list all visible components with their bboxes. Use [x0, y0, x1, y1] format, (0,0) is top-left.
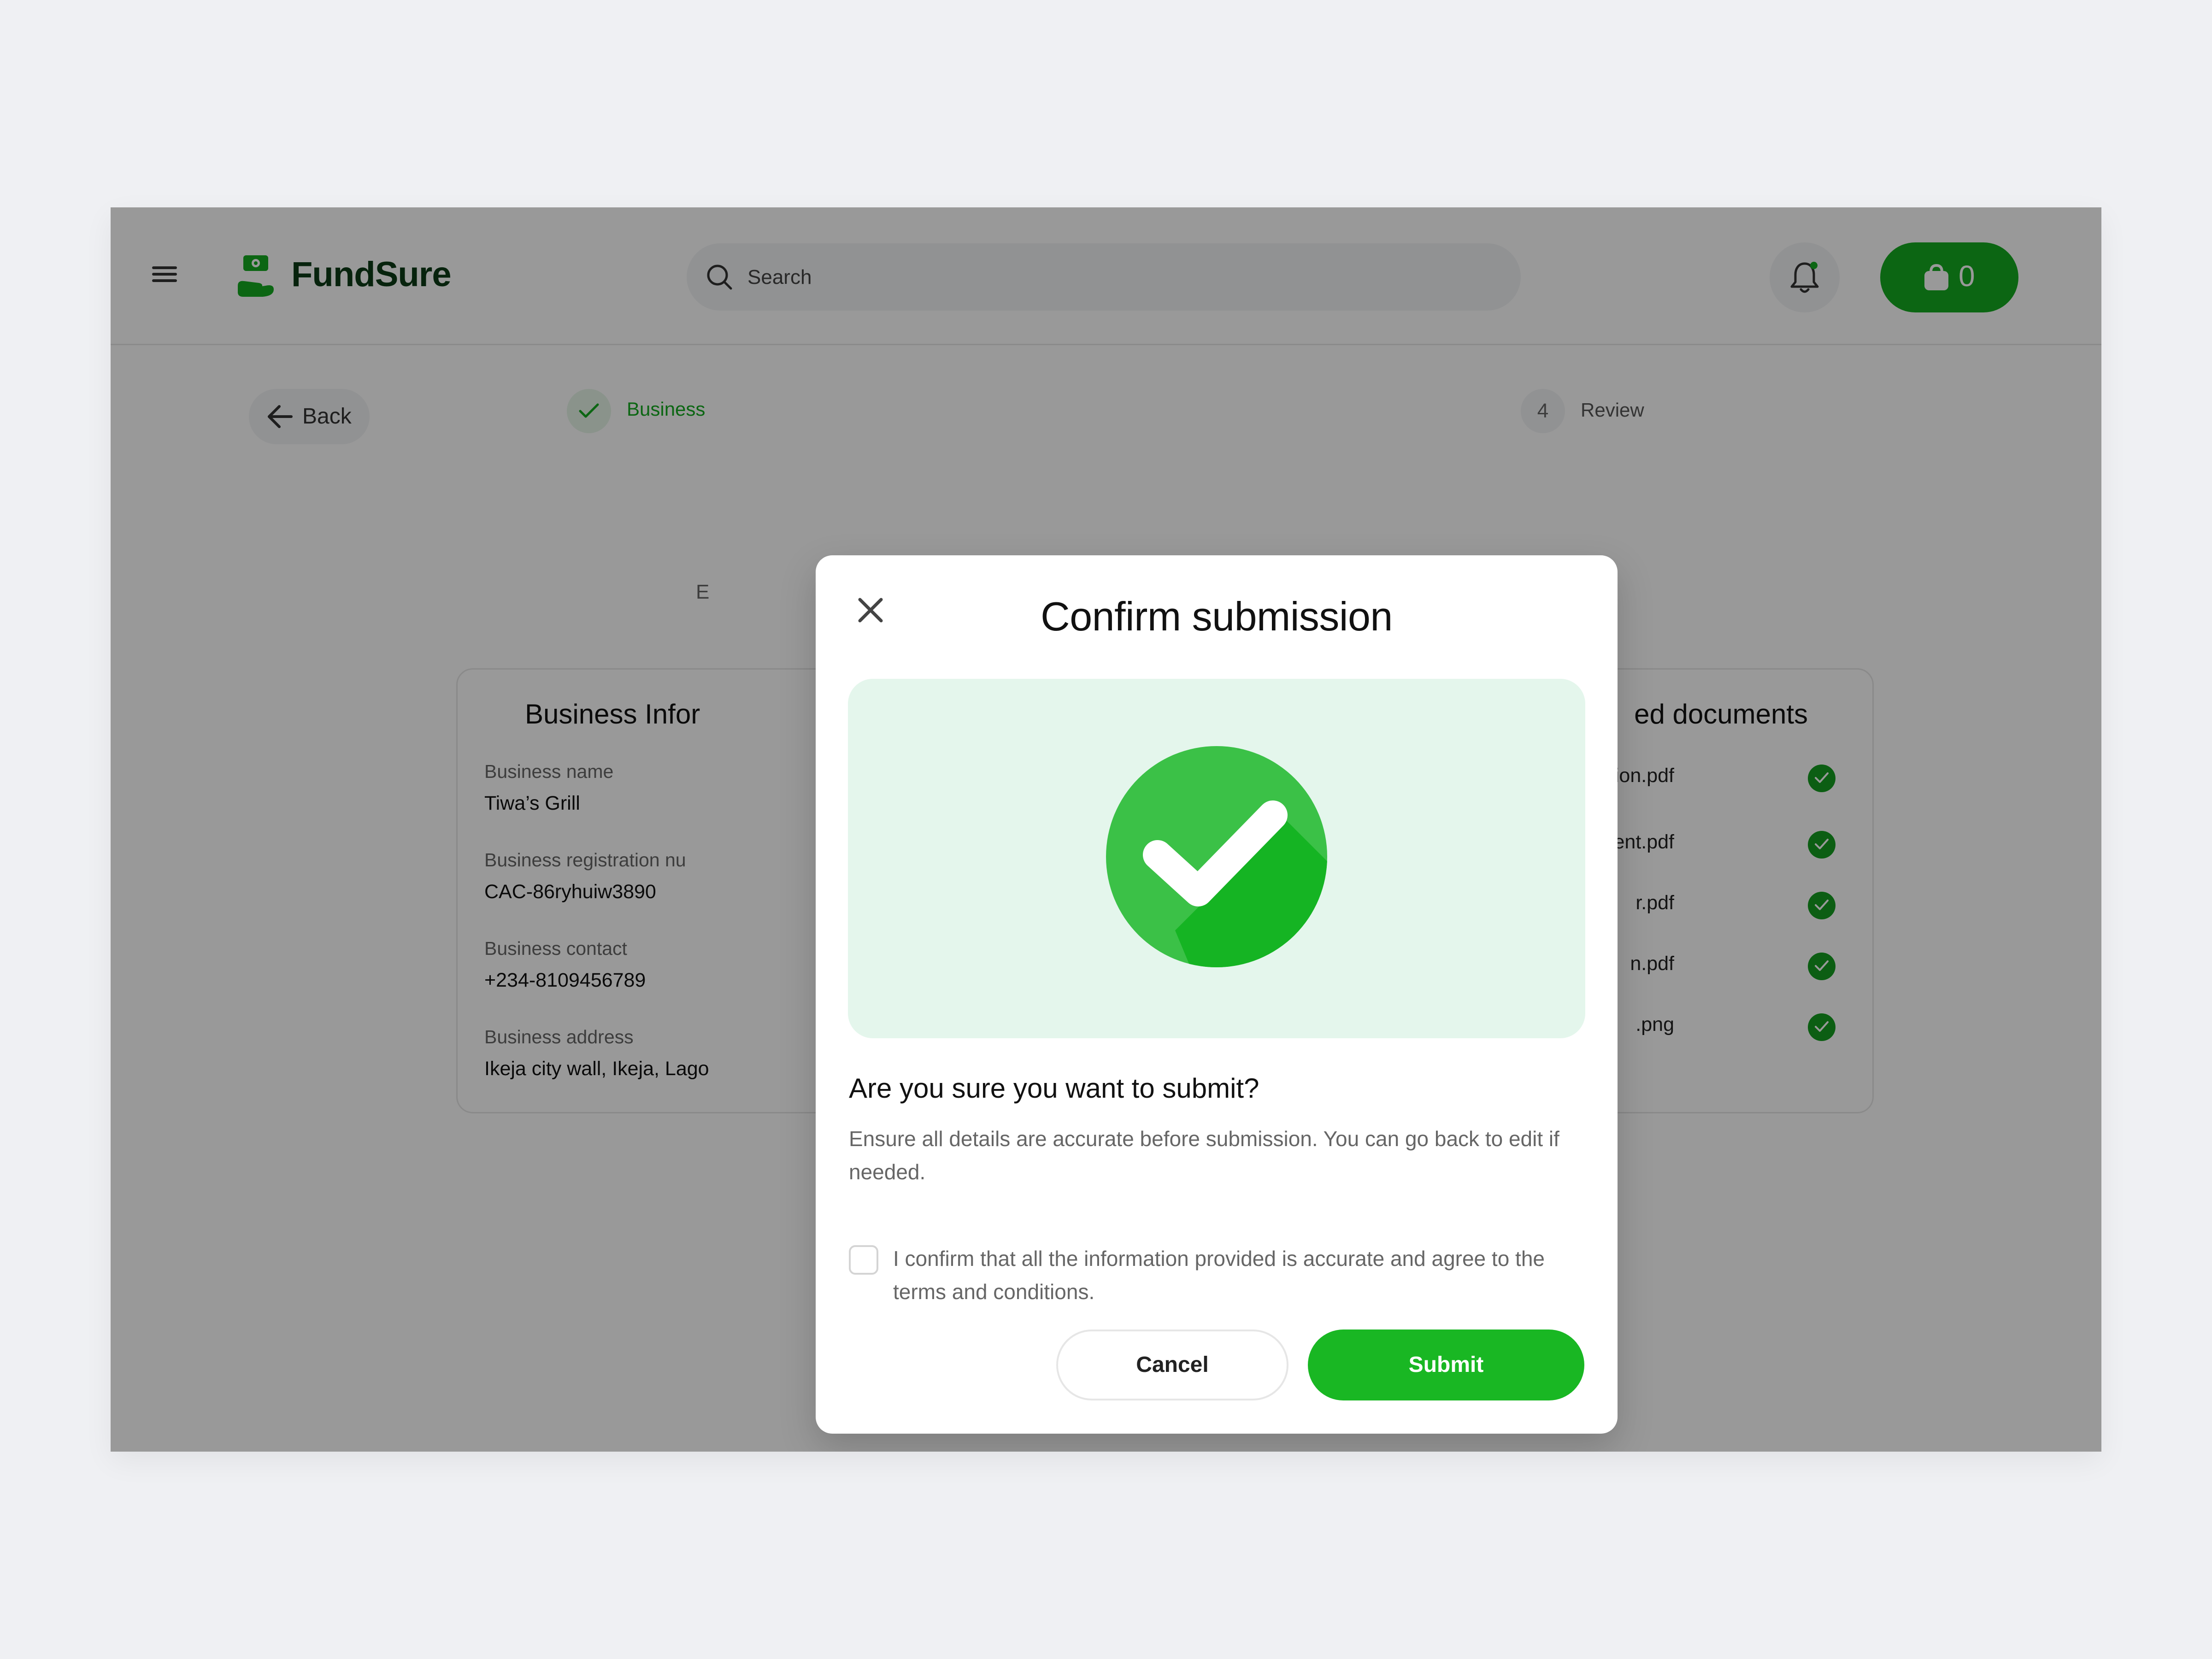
- app-window: FundSure 0: [111, 207, 2101, 1452]
- submit-button[interactable]: Submit: [1308, 1330, 1584, 1400]
- dialog-description: Ensure all details are accurate before s…: [849, 1127, 1559, 1184]
- terms-checkbox[interactable]: [849, 1245, 878, 1275]
- terms-label[interactable]: I confirm that all the information provi…: [893, 1242, 1594, 1308]
- success-check-icon: [1106, 746, 1327, 967]
- confirm-dialog: Confirm submission Are you sure you want…: [816, 555, 1618, 1434]
- success-illustration: [848, 679, 1585, 1038]
- cancel-button[interactable]: Cancel: [1056, 1330, 1288, 1400]
- dialog-title: Confirm submission: [1041, 594, 1393, 639]
- dialog-question: Are you sure you want to submit?: [849, 1073, 1259, 1104]
